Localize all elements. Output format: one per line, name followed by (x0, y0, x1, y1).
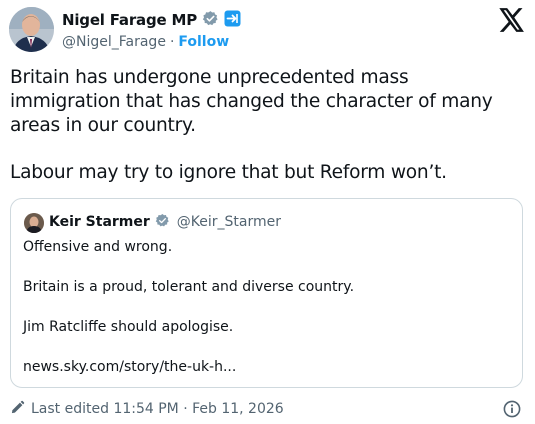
quoted-line: Jim Ratcliffe should apologise. (23, 319, 234, 335)
quoted-line: Offensive and wrong. (23, 239, 173, 255)
quoted-name-row: Keir Starmer @Keir_Starmer (49, 212, 281, 232)
quoted-handle: @Keir_Starmer (176, 214, 282, 230)
tweet-text: Britain has undergone unprecedented mass… (10, 66, 520, 185)
author-name-row: Nigel Farage MP (62, 10, 241, 30)
tweet-paragraph: Labour may try to ignore that but Reform… (10, 162, 447, 183)
quoted-tweet[interactable]: Keir Starmer @Keir_Starmer Offensive and… (10, 198, 523, 388)
tweet-paragraph: Britain has undergone unprecedented mass… (10, 67, 493, 136)
pencil-icon (10, 400, 25, 419)
quoted-text: Offensive and wrong. Britain is a proud,… (23, 237, 513, 377)
quoted-author-avatar (24, 213, 44, 233)
author-handle-row: @Nigel_Farage · Follow (62, 33, 229, 51)
tweet-card: Nigel Farage MP @Nigel_Farage · Follow B… (0, 0, 535, 424)
edit-history[interactable]: Last edited 11:54 PM · Feb 11, 2026 (10, 399, 284, 419)
last-edited-text: Last edited 11:54 PM · Feb 11, 2026 (31, 401, 284, 417)
automated-account-icon (224, 10, 241, 31)
quoted-display-name: Keir Starmer (49, 214, 150, 230)
quoted-link[interactable]: news.sky.com/story/the-uk-h... (23, 357, 513, 377)
author-handle[interactable]: @Nigel_Farage (62, 34, 166, 50)
author-display-name[interactable]: Nigel Farage MP (62, 11, 197, 29)
handle-separator: · (169, 34, 175, 50)
quoted-line: Britain is a proud, tolerant and diverse… (23, 279, 355, 295)
author-avatar[interactable] (9, 7, 54, 52)
info-icon[interactable] (503, 400, 521, 418)
verified-badge-icon (202, 10, 219, 31)
x-logo-icon[interactable] (499, 8, 525, 32)
verified-badge-icon (155, 213, 170, 232)
follow-button[interactable]: Follow (178, 34, 229, 50)
